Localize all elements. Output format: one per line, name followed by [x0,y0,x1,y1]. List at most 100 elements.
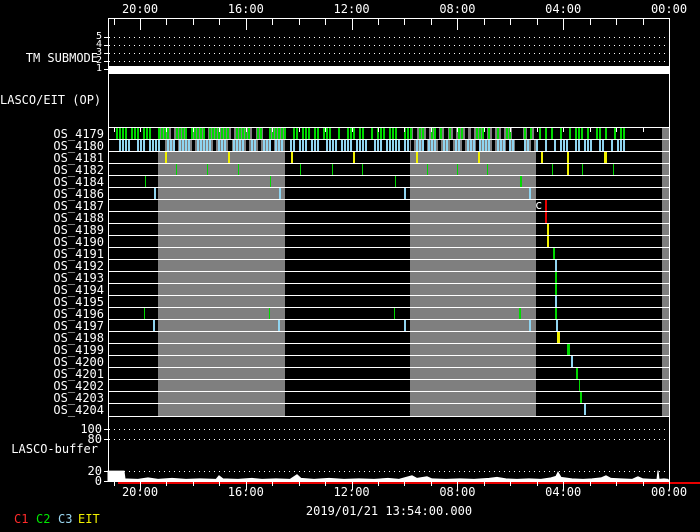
data-gap [285,140,288,151]
image-tick [605,128,607,139]
image-tick [314,140,316,151]
image-tick [365,140,367,151]
image-tick [476,128,478,139]
data-gap [438,140,441,151]
os-row-separator [109,367,669,368]
data-gap [213,140,216,151]
image-tick [236,140,238,151]
buffer-redline [118,482,700,484]
image-tick [582,164,583,175]
image-tick [470,140,472,151]
image-tick [407,128,409,139]
data-gap [527,128,530,139]
image-tick [427,164,428,175]
image-tick [422,128,424,139]
os-row-separator [109,295,669,296]
data-gap [187,128,191,139]
data-gap [333,128,336,139]
image-tick [305,128,307,139]
top-axis-minor-tick [457,19,458,25]
data-gap [617,128,619,139]
image-tick [326,140,328,151]
image-tick [197,140,199,151]
data-gap [171,128,174,139]
image-tick [347,140,349,151]
image-tick [380,128,382,139]
os-top-minor-tick [246,128,247,132]
data-gap [411,140,414,151]
bottom-axis-minor-tick [616,482,617,486]
image-tick [154,188,156,199]
data-gap [462,140,465,151]
data-gap [319,128,322,139]
os-top-minor-tick [404,128,405,132]
data-gap [564,128,568,139]
data-gap [602,128,605,139]
top-axis-minor-tick [563,19,564,25]
image-tick [317,140,319,151]
image-tick [389,140,391,151]
os-row-separator [109,331,669,332]
os-row-separator [109,247,669,248]
image-tick [569,128,571,139]
image-tick [524,128,526,139]
plot-right-border [669,18,670,482]
bottom-axis-minor-tick [404,482,405,486]
image-tick [455,140,457,151]
image-tick [567,152,569,163]
image-tick [407,140,409,151]
image-tick [555,284,557,295]
image-tick [140,140,142,151]
top-axis-minor-tick [669,19,670,25]
os-row-separator [109,223,669,224]
image-tick [497,128,499,139]
image-tick [353,128,355,139]
image-tick [617,140,619,151]
image-tick [524,140,526,151]
os-top-minor-tick [643,128,644,132]
top-axis-minor-tick [643,19,644,25]
image-tick [170,140,172,151]
image-tick [604,152,607,163]
data-gap [613,140,616,151]
data-gap [152,128,158,139]
top-axis-minor-tick [404,19,405,25]
bottom-axis-minor-tick [352,482,353,486]
image-tick [278,140,280,151]
bottom-axis-tick-label: 00:00 [650,485,688,499]
image-tick [599,128,601,139]
image-tick [224,128,226,139]
image-tick [395,140,397,151]
bottom-axis-minor-tick [114,482,115,486]
top-axis-minor-tick [431,19,432,25]
tm-ytick [104,45,108,46]
data-gap [583,128,586,139]
image-tick [620,128,622,139]
image-tick [149,140,151,151]
image-tick [215,128,217,139]
image-tick [185,140,187,151]
image-tick [176,164,177,175]
image-tick [359,140,361,151]
image-tick [389,128,391,139]
data-gap [321,140,324,151]
os-top-minor-tick [272,128,273,132]
image-tick [371,128,373,139]
bottom-axis-minor-tick [457,482,458,486]
image-tick [395,128,397,139]
image-tick [281,128,283,139]
image-tick [529,320,531,331]
os-top-minor-tick [114,128,115,132]
buffer-gridline [109,471,668,472]
image-tick [221,140,223,151]
image-tick [578,140,580,151]
image-tick [478,152,480,163]
image-tick [377,140,379,151]
bottom-axis-minor-tick [510,482,511,486]
data-gap [591,128,595,139]
image-tick [281,140,283,151]
plot-left-border [108,18,109,482]
data-gap [205,128,208,139]
data-gap [258,140,261,151]
image-tick [536,140,538,151]
